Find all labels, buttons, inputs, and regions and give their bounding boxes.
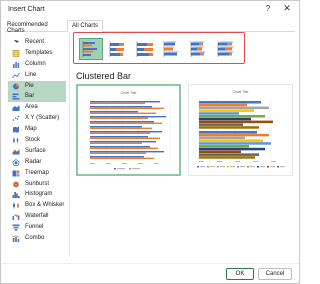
- preview-1-legend: [114, 168, 140, 170]
- sidebar-item-line[interactable]: Line: [8, 70, 66, 81]
- chart-type-list: Recent Templates Column Line Pie Bar Are…: [8, 37, 66, 244]
- sidebar-item-label: Box & Whisker: [25, 202, 65, 209]
- waterfall-chart-icon: [12, 214, 20, 221]
- sidebar-item-label: Map: [25, 126, 37, 133]
- templates-icon: [12, 50, 20, 57]
- radar-chart-icon: [12, 158, 20, 166]
- sidebar-item-label: Pie: [25, 82, 34, 89]
- sidebar-item-radar[interactable]: Radar: [8, 157, 66, 168]
- line-chart-icon: [12, 72, 20, 78]
- chart-options-pane: Clustered Bar Chart Title Chart Title: [69, 32, 295, 257]
- sidebar-item-box-whisker[interactable]: Box & Whisker: [8, 200, 66, 211]
- sidebar-item-surface[interactable]: Surface: [8, 146, 66, 157]
- sidebar-item-templates[interactable]: Templates: [8, 48, 66, 59]
- sidebar-item-label: Recent: [25, 39, 45, 45]
- preview-1-bars: [90, 101, 166, 159]
- stacked-bar-icon[interactable]: [106, 38, 130, 60]
- surface-chart-icon: [12, 149, 20, 155]
- dialog-footer: OK Cancel: [1, 263, 299, 284]
- chart-subtype-title: Clustered Bar: [76, 71, 132, 81]
- sidebar-item-label: Funnel: [25, 224, 44, 231]
- combo-chart-icon: [12, 235, 20, 243]
- sidebar-item-label: Area: [25, 104, 38, 111]
- map-chart-icon: [13, 126, 19, 133]
- bar-chart-icon: [12, 93, 20, 101]
- sidebar-item-label: Histogram: [25, 191, 53, 198]
- clustered-bar-icon[interactable]: [79, 38, 103, 60]
- tab-recommended-charts[interactable]: Recommended Charts: [7, 20, 65, 34]
- sidebar-item-label: Radar: [25, 158, 42, 165]
- tab-bar: Recommended Charts All Charts: [5, 20, 295, 34]
- sidebar-item-pie[interactable]: Pie: [8, 80, 66, 92]
- help-icon[interactable]: ?: [263, 4, 273, 13]
- sunburst-chart-icon: [13, 181, 19, 188]
- chart-subtype-gallery: [73, 32, 245, 64]
- sidebar-item-label: Column: [25, 60, 46, 67]
- column-chart-icon: [13, 61, 20, 68]
- sidebar-item-waterfall[interactable]: Waterfall: [8, 211, 66, 222]
- ok-button[interactable]: OK: [226, 268, 254, 280]
- dialog-title: Insert Chart: [8, 6, 45, 13]
- title-bar: Insert Chart ? ✕: [1, 1, 299, 19]
- cancel-button[interactable]: Cancel: [258, 268, 292, 280]
- sidebar-item-label: Sunburst: [25, 180, 50, 187]
- preview-1-axis-ticks: [90, 163, 159, 164]
- sidebar-item-label: X Y (Scatter): [25, 115, 60, 122]
- insert-chart-dialog: Insert Chart ? ✕ Recommended Charts All …: [0, 0, 300, 284]
- sidebar-item-stock[interactable]: Stock: [8, 135, 66, 146]
- recent-icon: [14, 40, 19, 43]
- sidebar-item-label: Bar: [25, 93, 35, 100]
- sidebar-item-map[interactable]: Map: [8, 124, 66, 135]
- sidebar-item-treemap[interactable]: Treemap: [8, 168, 66, 179]
- sidebar-item-label: Waterfall: [25, 213, 49, 220]
- sidebar-item-combo[interactable]: Combo: [8, 233, 66, 244]
- sidebar-item-area[interactable]: Area: [8, 102, 66, 113]
- funnel-chart-icon: [12, 224, 20, 231]
- histogram-chart-icon: [12, 192, 20, 199]
- tab-all-charts[interactable]: All Charts: [67, 20, 103, 32]
- pie-chart-icon: [13, 83, 19, 90]
- 100-stacked-bar-icon[interactable]: [133, 38, 157, 60]
- sidebar-item-bar[interactable]: Bar: [8, 91, 66, 103]
- sidebar-item-histogram[interactable]: Histogram: [8, 189, 66, 200]
- sidebar-item-label: Templates: [25, 49, 53, 56]
- sidebar-item-scatter[interactable]: X Y (Scatter): [8, 113, 66, 124]
- sidebar-item-label: Combo: [25, 235, 45, 242]
- preview-2-bars: [199, 101, 273, 159]
- chart-preview-2[interactable]: Chart Title: [188, 84, 293, 176]
- preview-2-legend: [197, 166, 285, 168]
- area-chart-icon: [12, 105, 20, 112]
- sidebar-item-sunburst[interactable]: Sunburst: [8, 179, 66, 190]
- 3d-100-stacked-bar-icon[interactable]: [214, 38, 238, 60]
- treemap-chart-icon: [12, 170, 20, 177]
- sidebar-item-column[interactable]: Column: [8, 59, 66, 70]
- box-whisker-chart-icon: [13, 202, 19, 209]
- scatter-chart-icon: [12, 115, 20, 122]
- preview-2-axis-ticks: [199, 161, 276, 162]
- sidebar-item-label: Stock: [25, 137, 41, 144]
- sidebar-item-label: Treemap: [25, 169, 49, 176]
- sidebar-item-label: Line: [25, 71, 37, 78]
- stock-chart-icon: [13, 137, 19, 144]
- 3d-stacked-bar-icon[interactable]: [187, 38, 211, 60]
- sidebar-item-label: Surface: [25, 147, 46, 154]
- close-icon[interactable]: ✕: [281, 3, 293, 14]
- sidebar-item-funnel[interactable]: Funnel: [8, 222, 66, 233]
- chart-preview-1[interactable]: Chart Title: [76, 84, 181, 176]
- 3d-clustered-bar-icon[interactable]: [160, 38, 184, 60]
- sidebar-item-recent[interactable]: Recent: [8, 37, 66, 48]
